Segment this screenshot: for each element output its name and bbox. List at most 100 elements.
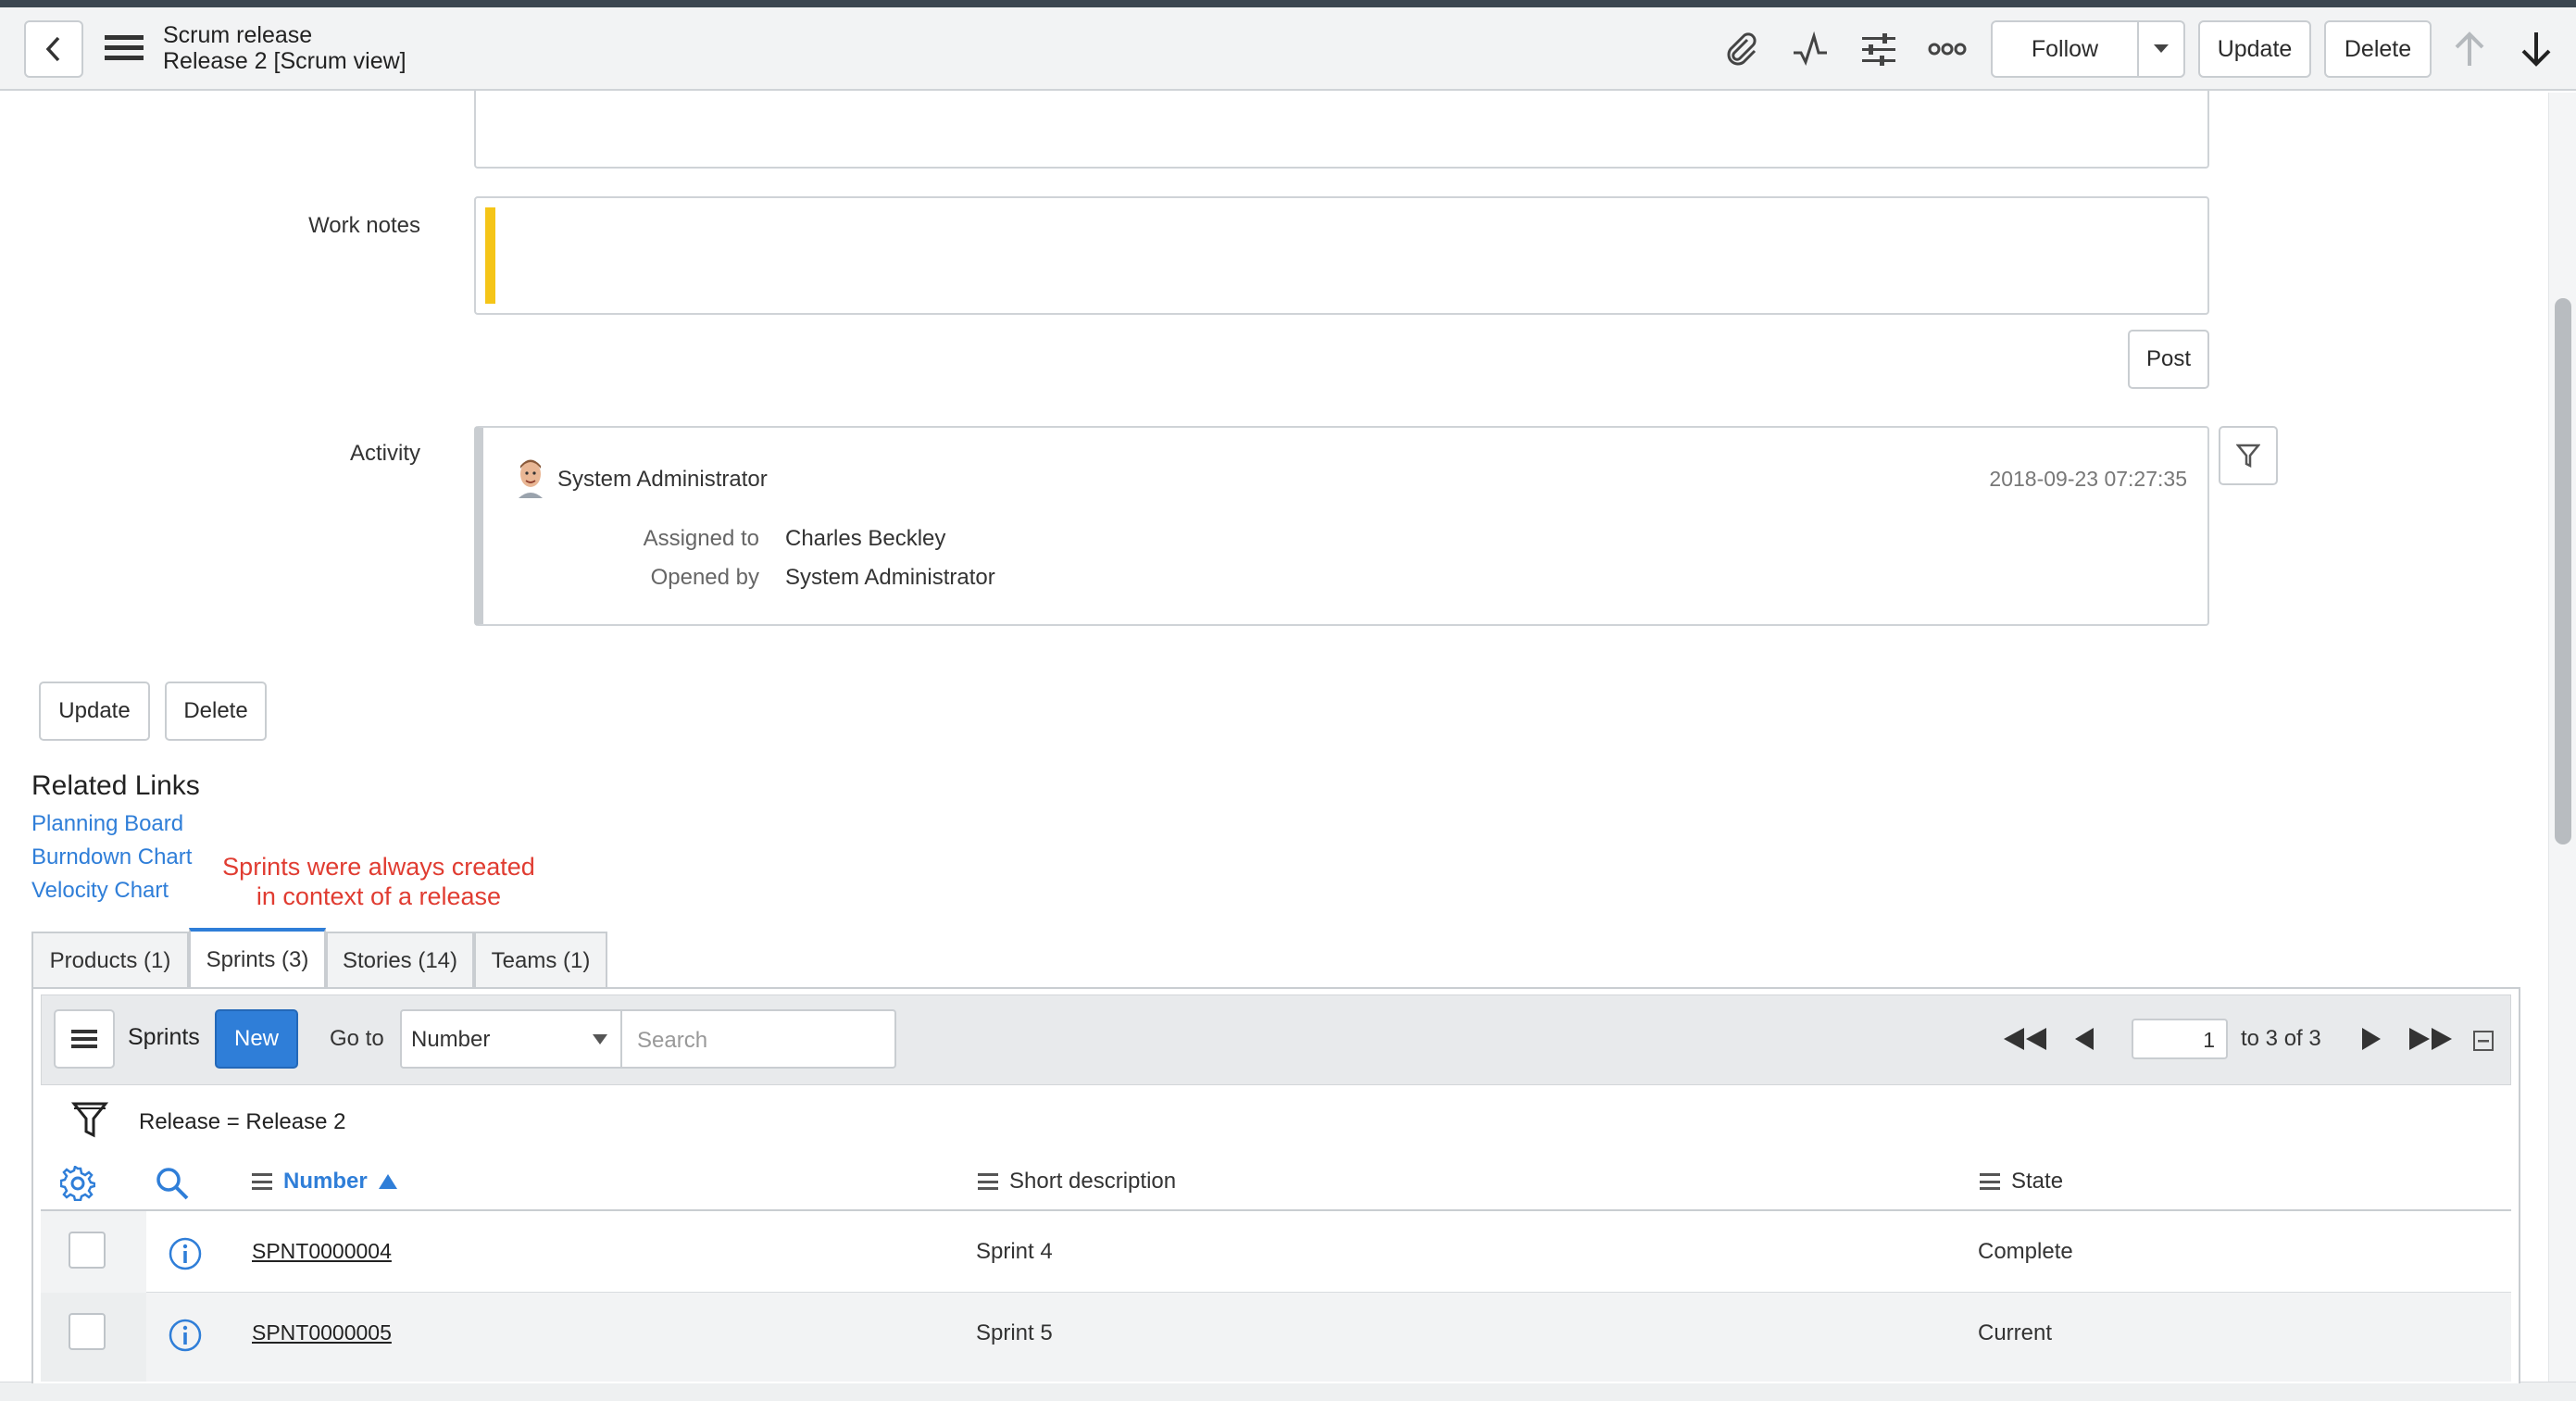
goto-label: Go to — [330, 1026, 384, 1051]
follow-dropdown-button[interactable] — [2137, 20, 2185, 78]
table-row[interactable] — [41, 1293, 2511, 1382]
work-notes-bar — [485, 207, 495, 304]
page-info: to 3 of 3 — [2241, 1026, 2321, 1051]
previous-record-arrow-icon[interactable] — [2448, 28, 2491, 70]
window-bottom-strip — [0, 1382, 2576, 1401]
search-input[interactable]: Search — [620, 1009, 896, 1069]
header-update-label: Update — [2217, 35, 2293, 62]
column-header-number[interactable]: Number — [252, 1169, 397, 1195]
info-icon[interactable] — [167, 1317, 204, 1354]
annotation-line: in context of a release — [256, 882, 502, 910]
column-menu-icon[interactable] — [252, 1173, 272, 1190]
row-checkbox[interactable] — [69, 1313, 106, 1350]
record-title: Scrum release — [163, 22, 313, 48]
next-page-icon[interactable] — [2357, 1022, 2385, 1056]
header-delete-label: Delete — [2344, 35, 2412, 62]
new-button[interactable]: New — [215, 1009, 298, 1069]
column-number-label: Number — [283, 1169, 368, 1194]
state-cell: Current — [1978, 1320, 2053, 1345]
column-menu-icon[interactable] — [1980, 1173, 2000, 1190]
paperclip-icon[interactable] — [1720, 28, 1763, 70]
collapse-list-icon[interactable] — [2472, 1030, 2495, 1052]
short-description-cell: Sprint 5 — [976, 1320, 1053, 1345]
delete-label: Delete — [183, 698, 248, 723]
activity-stream: System Administrator 2018-09-23 07:27:35… — [474, 426, 2209, 626]
tab-stories[interactable]: Stories (14) — [326, 932, 474, 989]
tab-sprints[interactable]: Sprints (3) — [189, 928, 326, 989]
avatar — [515, 457, 546, 498]
header-delete-button[interactable]: Delete — [2324, 20, 2432, 78]
column-header-short-description[interactable]: Short description — [978, 1169, 1176, 1195]
short-description-cell: Sprint 4 — [976, 1239, 1053, 1264]
tab-teams[interactable]: Teams (1) — [474, 932, 607, 989]
info-icon[interactable] — [167, 1235, 204, 1272]
post-button[interactable]: Post — [2128, 330, 2209, 389]
more-options-icon[interactable] — [1926, 28, 1969, 70]
activity-field-value: Charles Beckley — [785, 526, 946, 551]
record-number-link[interactable]: SPNT0000004 — [252, 1239, 392, 1264]
chevron-left-icon — [45, 36, 60, 62]
window-top-strip — [0, 0, 2576, 7]
search-placeholder: Search — [637, 1028, 708, 1053]
page-number-input[interactable]: 1 — [2132, 1019, 2228, 1059]
goto-field-select[interactable]: Number — [400, 1009, 622, 1069]
column-menu-icon[interactable] — [978, 1173, 998, 1190]
header-update-button[interactable]: Update — [2198, 20, 2311, 78]
personalize-form-icon[interactable] — [1857, 28, 1900, 70]
filter-breadcrumb[interactable]: Release = Release 2 — [139, 1109, 345, 1135]
column-short-description-label: Short description — [1009, 1169, 1177, 1194]
list-context-menu-button[interactable] — [54, 1009, 115, 1069]
row-checkbox[interactable] — [69, 1232, 106, 1269]
tab-products[interactable]: Products (1) — [31, 932, 189, 989]
work-notes-textarea[interactable] — [474, 196, 2209, 315]
follow-label: Follow — [2031, 35, 2099, 62]
velocity-chart-link[interactable]: Velocity Chart — [31, 878, 169, 904]
goto-select-value: Number — [411, 1027, 491, 1052]
filter-icon — [2236, 444, 2260, 469]
post-label: Post — [2145, 346, 2192, 371]
last-page-icon[interactable] — [2406, 1022, 2456, 1056]
update-button[interactable]: Update — [39, 682, 150, 741]
update-label: Update — [58, 698, 131, 723]
new-label: New — [233, 1026, 279, 1051]
page-number-value: 1 — [2203, 1028, 2215, 1052]
related-links-title: Related Links — [31, 770, 200, 801]
activity-author: System Administrator — [557, 467, 768, 492]
activity-label: Activity — [349, 441, 420, 466]
activity-pulse-icon[interactable] — [1789, 28, 1832, 70]
delete-button[interactable]: Delete — [165, 682, 267, 741]
previous-page-icon[interactable] — [2070, 1022, 2098, 1056]
sort-ascending-icon — [378, 1174, 397, 1189]
activity-field-value: System Administrator — [785, 565, 995, 590]
filter-icon[interactable] — [69, 1098, 111, 1141]
scrollbar-thumb[interactable] — [2555, 298, 2571, 844]
back-button[interactable] — [24, 20, 83, 78]
caret-down-icon — [2154, 44, 2169, 53]
column-state-label: State — [2011, 1169, 2064, 1194]
form-header: Scrum release Release 2 [Scrum view] Fol… — [0, 7, 2576, 91]
list-settings-gear-icon[interactable] — [59, 1165, 96, 1202]
record-subtitle: Release 2 [Scrum view] — [163, 48, 406, 74]
activity-field-label: Assigned to — [643, 526, 759, 551]
burndown-chart-link[interactable]: Burndown Chart — [31, 844, 192, 870]
annotation-line: Sprints were always created — [222, 853, 535, 881]
planning-board-link[interactable]: Planning Board — [31, 811, 183, 837]
table-row[interactable] — [41, 1211, 2511, 1293]
follow-button[interactable]: Follow — [1991, 20, 2139, 78]
activity-filter-button[interactable] — [2219, 426, 2278, 485]
work-notes-label: Work notes — [308, 213, 420, 238]
annotation-text: Sprints were always created in context o… — [207, 852, 550, 911]
list-title: Sprints — [128, 1024, 200, 1050]
column-header-state[interactable]: State — [1980, 1169, 2063, 1195]
hamburger-menu-icon — [71, 1030, 97, 1048]
previous-field-textarea[interactable] — [474, 91, 2209, 169]
state-cell: Complete — [1978, 1239, 2073, 1264]
caret-down-icon — [593, 1034, 607, 1044]
next-record-arrow-icon[interactable] — [2515, 28, 2557, 70]
first-page-icon[interactable] — [2000, 1022, 2050, 1056]
record-number-link[interactable]: SPNT0000005 — [252, 1320, 392, 1345]
hamburger-menu-icon[interactable] — [104, 31, 144, 65]
activity-timestamp: 2018-09-23 07:27:35 — [1989, 467, 2187, 491]
search-icon[interactable] — [154, 1165, 191, 1202]
activity-field-label: Opened by — [650, 565, 759, 590]
